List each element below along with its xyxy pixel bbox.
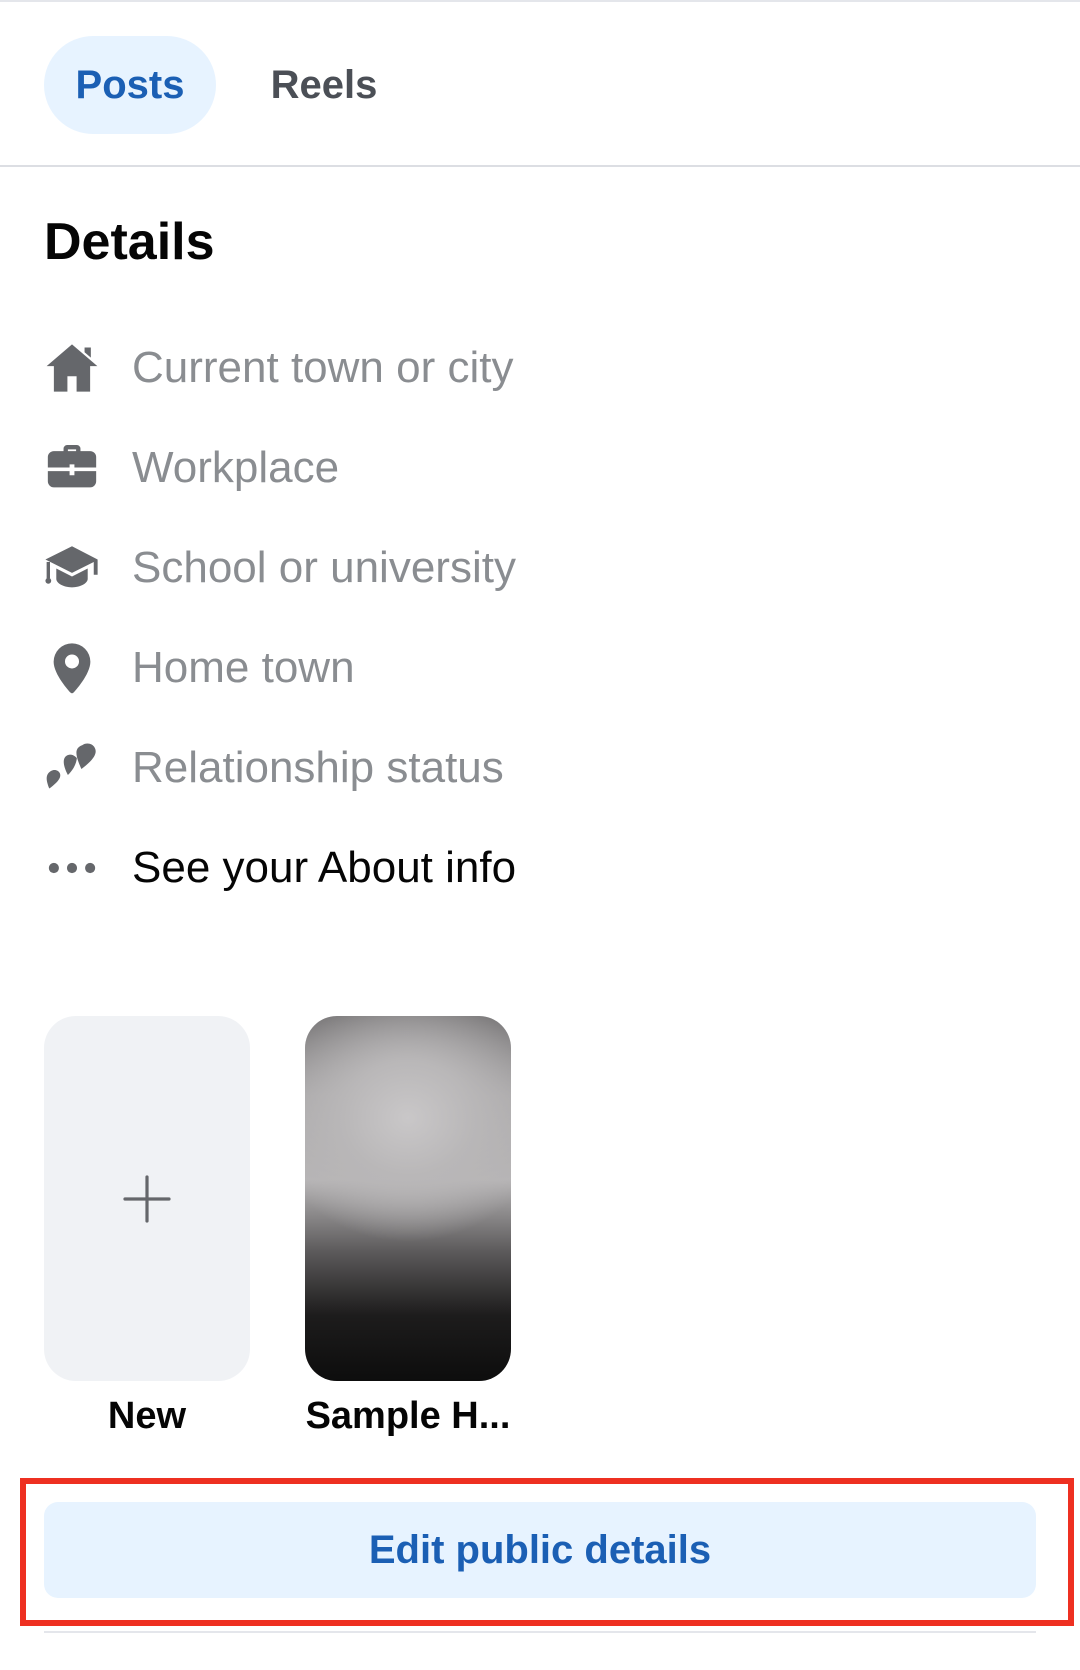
detail-label: Home town <box>132 643 355 692</box>
featured-card-thumbnail[interactable] <box>305 1016 511 1381</box>
new-featured-card[interactable] <box>44 1016 250 1381</box>
featured-card-label: Sample H... <box>305 1395 511 1437</box>
details-heading: Details <box>44 213 215 271</box>
detail-workplace[interactable]: Workplace <box>0 428 1080 508</box>
detail-label: Relationship status <box>132 743 504 792</box>
tab-reels[interactable]: Reels <box>244 36 404 134</box>
detail-home-town[interactable]: Home town <box>0 628 1080 708</box>
new-card-label: New <box>107 1395 187 1437</box>
detail-label: Workplace <box>132 443 340 492</box>
detail-label: Current town or city <box>132 343 514 392</box>
briefcase-icon <box>42 438 102 498</box>
plus-icon <box>44 1016 250 1381</box>
tab-posts[interactable]: Posts <box>44 36 216 134</box>
profile-tabs: Posts Reels <box>0 2 1080 166</box>
detail-label: See your About info <box>132 843 517 892</box>
location-pin-icon <box>42 638 102 698</box>
detail-relationship[interactable]: Relationship status <box>0 728 1080 808</box>
detail-label: School or university <box>132 543 516 592</box>
detail-current-town[interactable]: Current town or city <box>0 328 1080 408</box>
more-dots-icon <box>42 838 102 898</box>
edit-public-details-button[interactable]: Edit public details <box>44 1502 1036 1598</box>
hearts-icon <box>42 738 102 798</box>
bottom-divider <box>44 1631 1036 1633</box>
home-icon <box>42 338 102 398</box>
see-about-info-link[interactable]: See your About info <box>0 828 1080 908</box>
tabs-divider <box>0 165 1080 167</box>
graduation-cap-icon <box>42 538 102 598</box>
detail-school[interactable]: School or university <box>0 528 1080 608</box>
